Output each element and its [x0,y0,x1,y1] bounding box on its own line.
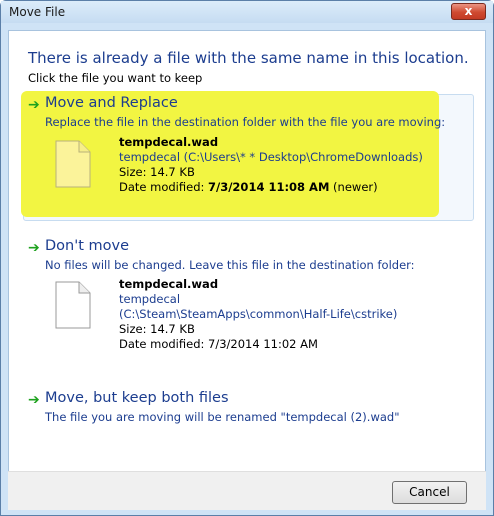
option-desc-keep-both: The file you are moving will be renamed … [45,410,400,424]
window-title: Move File [9,5,66,19]
file-path: tempdecal (C:\Users\* * Desktop\ChromeDo… [119,150,423,164]
dialog-footer: Cancel [8,471,486,510]
dialog-content: There is already a file with the same na… [8,30,486,510]
file-icon [55,140,91,188]
file-date-modified: Date modified: 7/3/2014 11:02 AM [119,337,318,351]
green-arrow-icon: ➔ [28,392,40,408]
option-desc-replace: Replace the file in the destination fold… [45,115,446,129]
file-name: tempdecal.wad [119,277,219,291]
file-path-line1: tempdecal [119,292,181,306]
cancel-button[interactable]: Cancel [392,481,467,504]
date-note: (newer) [329,180,378,194]
green-arrow-icon: ➔ [28,97,40,113]
close-button[interactable]: x [451,3,486,20]
option-title-replace: Move and Replace [45,95,178,111]
option-title-dont-move: Don't move [45,238,130,254]
dialog-subheading: Click the file you want to keep [28,71,203,85]
dialog-heading: There is already a file with the same na… [28,49,469,67]
dont-move-option[interactable]: ➔ Don't move No files will be changed. L… [23,237,474,367]
keep-both-option[interactable]: ➔ Move, but keep both files The file you… [23,389,474,435]
file-size: Size: 14.7 KB [119,165,195,179]
file-path-line2: (C:\Steam\SteamApps\common\Half-Life\cst… [119,307,398,321]
title-bar[interactable]: Move File x [1,1,493,23]
file-date-modified: Date modified: 7/3/2014 11:08 AM (newer) [119,180,423,195]
dont-move-file-details: tempdecal.wad tempdecal (C:\Steam\SteamA… [119,277,397,352]
file-icon [55,281,91,329]
option-desc-dont-move: No files will be changed. Leave this fil… [45,258,415,272]
option-title-keep-both: Move, but keep both files [45,390,229,406]
date-value: 7/3/2014 11:08 AM [208,180,330,194]
replace-file-details: tempdecal.wad tempdecal (C:\Users\* * De… [119,135,423,195]
file-size: Size: 14.7 KB [119,322,195,336]
move-file-dialog: Move File x There is already a file with… [0,0,494,516]
file-name: tempdecal.wad [119,135,219,149]
move-and-replace-content[interactable]: ➔ Move and Replace Replace the file in t… [23,94,474,221]
date-label: Date modified: [119,180,209,194]
green-arrow-icon: ➔ [28,240,40,256]
